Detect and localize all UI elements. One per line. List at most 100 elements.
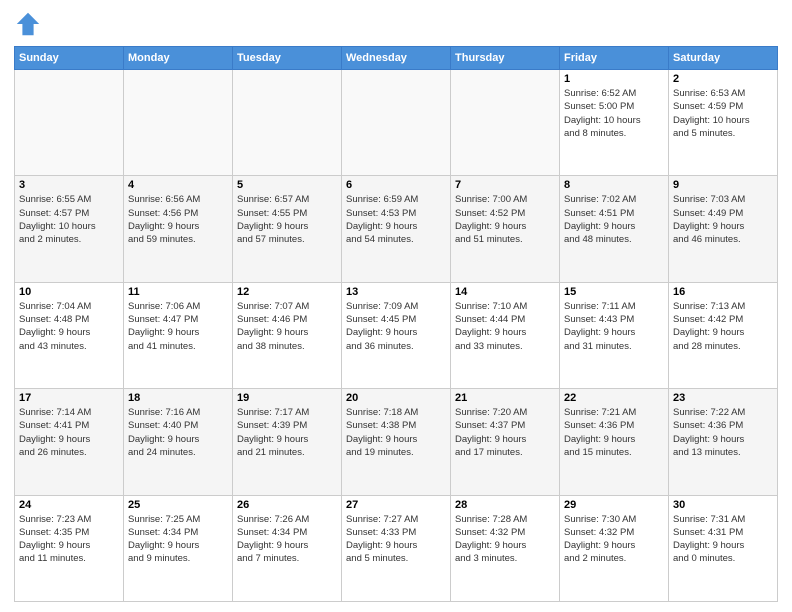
calendar-cell	[451, 70, 560, 176]
calendar-cell: 5 Sunrise: 6:57 AM Sunset: 4:55 PM Daylig…	[233, 176, 342, 282]
day-info: Sunrise: 7:00 AM Sunset: 4:52 PM Dayligh…	[455, 193, 555, 246]
page: SundayMondayTuesdayWednesdayThursdayFrid…	[0, 0, 792, 612]
calendar-cell: 27 Sunrise: 7:27 AM Sunset: 4:33 PM Dayli…	[342, 495, 451, 601]
day-info: Sunrise: 7:27 AM Sunset: 4:33 PM Dayligh…	[346, 513, 446, 566]
calendar-header-tuesday: Tuesday	[233, 47, 342, 70]
day-info: Sunrise: 6:52 AM Sunset: 5:00 PM Dayligh…	[564, 87, 664, 140]
calendar-cell: 26Sunrise: 7:26 AM Sunset: 4:34 PM Dayli…	[233, 495, 342, 601]
day-number: 9	[673, 179, 773, 191]
calendar-week-4: 24Sunrise: 7:23 AM Sunset: 4:35 PM Dayli…	[15, 495, 778, 601]
day-number: 28	[455, 499, 555, 511]
day-number: 2	[673, 73, 773, 85]
calendar-cell: 28Sunrise: 7:28 AM Sunset: 4:32 PM Dayli…	[451, 495, 560, 601]
calendar-cell	[342, 70, 451, 176]
day-number: 6	[346, 179, 446, 191]
calendar-header-sunday: Sunday	[15, 47, 124, 70]
day-number: 3	[19, 179, 119, 191]
day-number: 18	[128, 392, 228, 404]
day-number: 13	[346, 286, 446, 298]
calendar-cell: 14 Sunrise: 7:10 AM Sunset: 4:44 PM Dayli…	[451, 282, 560, 388]
day-info: Sunrise: 6:53 AM Sunset: 4:59 PM Dayligh…	[673, 87, 773, 140]
calendar-cell: 3 Sunrise: 6:55 AM Sunset: 4:57 PM Daylig…	[15, 176, 124, 282]
day-number: 5	[237, 179, 337, 191]
calendar-cell: 4 Sunrise: 6:56 AM Sunset: 4:56 PM Daylig…	[124, 176, 233, 282]
calendar-cell: 23Sunrise: 7:22 AM Sunset: 4:36 PM Dayli…	[669, 389, 778, 495]
calendar-cell: 29 Sunrise: 7:30 AM Sunset: 4:32 PM Dayli…	[560, 495, 669, 601]
calendar: SundayMondayTuesdayWednesdayThursdayFrid…	[14, 46, 778, 602]
day-info: Sunrise: 7:23 AM Sunset: 4:35 PM Dayligh…	[19, 513, 119, 566]
day-info: Sunrise: 7:07 AM Sunset: 4:46 PM Dayligh…	[237, 300, 337, 353]
calendar-cell	[124, 70, 233, 176]
calendar-cell: 22 Sunrise: 7:21 AM Sunset: 4:36 PM Dayli…	[560, 389, 669, 495]
calendar-cell: 6 Sunrise: 6:59 AM Sunset: 4:53 PM Daylig…	[342, 176, 451, 282]
calendar-week-1: 3 Sunrise: 6:55 AM Sunset: 4:57 PM Daylig…	[15, 176, 778, 282]
day-info: Sunrise: 7:30 AM Sunset: 4:32 PM Dayligh…	[564, 513, 664, 566]
calendar-cell: 12 Sunrise: 7:07 AM Sunset: 4:46 PM Dayli…	[233, 282, 342, 388]
day-info: Sunrise: 7:11 AM Sunset: 4:43 PM Dayligh…	[564, 300, 664, 353]
calendar-cell: 19 Sunrise: 7:17 AM Sunset: 4:39 PM Dayli…	[233, 389, 342, 495]
day-number: 19	[237, 392, 337, 404]
day-number: 20	[346, 392, 446, 404]
day-number: 12	[237, 286, 337, 298]
day-info: Sunrise: 7:20 AM Sunset: 4:37 PM Dayligh…	[455, 406, 555, 459]
day-number: 30	[673, 499, 773, 511]
day-info: Sunrise: 7:18 AM Sunset: 4:38 PM Dayligh…	[346, 406, 446, 459]
calendar-cell	[15, 70, 124, 176]
calendar-cell: 10Sunrise: 7:04 AM Sunset: 4:48 PM Dayli…	[15, 282, 124, 388]
day-number: 23	[673, 392, 773, 404]
day-info: Sunrise: 7:13 AM Sunset: 4:42 PM Dayligh…	[673, 300, 773, 353]
calendar-cell: 16 Sunrise: 7:13 AM Sunset: 4:42 PM Dayli…	[669, 282, 778, 388]
day-info: Sunrise: 7:14 AM Sunset: 4:41 PM Dayligh…	[19, 406, 119, 459]
calendar-header-saturday: Saturday	[669, 47, 778, 70]
calendar-cell: 11Sunrise: 7:06 AM Sunset: 4:47 PM Dayli…	[124, 282, 233, 388]
day-info: Sunrise: 7:21 AM Sunset: 4:36 PM Dayligh…	[564, 406, 664, 459]
day-info: Sunrise: 7:10 AM Sunset: 4:44 PM Dayligh…	[455, 300, 555, 353]
calendar-header-thursday: Thursday	[451, 47, 560, 70]
day-info: Sunrise: 7:02 AM Sunset: 4:51 PM Dayligh…	[564, 193, 664, 246]
day-number: 16	[673, 286, 773, 298]
day-info: Sunrise: 6:56 AM Sunset: 4:56 PM Dayligh…	[128, 193, 228, 246]
day-number: 27	[346, 499, 446, 511]
day-number: 26	[237, 499, 337, 511]
logo	[14, 10, 46, 38]
calendar-week-3: 17 Sunrise: 7:14 AM Sunset: 4:41 PM Dayli…	[15, 389, 778, 495]
logo-icon	[14, 10, 42, 38]
calendar-cell: 20 Sunrise: 7:18 AM Sunset: 4:38 PM Dayli…	[342, 389, 451, 495]
day-number: 17	[19, 392, 119, 404]
calendar-cell: 25Sunrise: 7:25 AM Sunset: 4:34 PM Dayli…	[124, 495, 233, 601]
day-number: 15	[564, 286, 664, 298]
calendar-cell: 1 Sunrise: 6:52 AM Sunset: 5:00 PM Daylig…	[560, 70, 669, 176]
day-info: Sunrise: 7:31 AM Sunset: 4:31 PM Dayligh…	[673, 513, 773, 566]
calendar-cell: 15 Sunrise: 7:11 AM Sunset: 4:43 PM Dayli…	[560, 282, 669, 388]
calendar-cell: 8 Sunrise: 7:02 AM Sunset: 4:51 PM Daylig…	[560, 176, 669, 282]
day-number: 4	[128, 179, 228, 191]
calendar-cell: 21 Sunrise: 7:20 AM Sunset: 4:37 PM Dayli…	[451, 389, 560, 495]
calendar-cell: 13Sunrise: 7:09 AM Sunset: 4:45 PM Dayli…	[342, 282, 451, 388]
calendar-cell: 17 Sunrise: 7:14 AM Sunset: 4:41 PM Dayli…	[15, 389, 124, 495]
day-info: Sunrise: 6:59 AM Sunset: 4:53 PM Dayligh…	[346, 193, 446, 246]
calendar-cell: 24Sunrise: 7:23 AM Sunset: 4:35 PM Dayli…	[15, 495, 124, 601]
day-info: Sunrise: 7:04 AM Sunset: 4:48 PM Dayligh…	[19, 300, 119, 353]
calendar-header-wednesday: Wednesday	[342, 47, 451, 70]
day-number: 29	[564, 499, 664, 511]
day-number: 7	[455, 179, 555, 191]
calendar-cell	[233, 70, 342, 176]
calendar-week-2: 10Sunrise: 7:04 AM Sunset: 4:48 PM Dayli…	[15, 282, 778, 388]
calendar-header-friday: Friday	[560, 47, 669, 70]
day-info: Sunrise: 7:17 AM Sunset: 4:39 PM Dayligh…	[237, 406, 337, 459]
day-number: 14	[455, 286, 555, 298]
calendar-cell: 7 Sunrise: 7:00 AM Sunset: 4:52 PM Daylig…	[451, 176, 560, 282]
day-number: 8	[564, 179, 664, 191]
day-number: 21	[455, 392, 555, 404]
day-number: 22	[564, 392, 664, 404]
calendar-header-row: SundayMondayTuesdayWednesdayThursdayFrid…	[15, 47, 778, 70]
calendar-cell: 18 Sunrise: 7:16 AM Sunset: 4:40 PM Dayli…	[124, 389, 233, 495]
day-info: Sunrise: 7:03 AM Sunset: 4:49 PM Dayligh…	[673, 193, 773, 246]
day-info: Sunrise: 6:57 AM Sunset: 4:55 PM Dayligh…	[237, 193, 337, 246]
day-info: Sunrise: 6:55 AM Sunset: 4:57 PM Dayligh…	[19, 193, 119, 246]
day-number: 11	[128, 286, 228, 298]
calendar-cell: 9 Sunrise: 7:03 AM Sunset: 4:49 PM Daylig…	[669, 176, 778, 282]
day-number: 1	[564, 73, 664, 85]
day-info: Sunrise: 7:16 AM Sunset: 4:40 PM Dayligh…	[128, 406, 228, 459]
calendar-header-monday: Monday	[124, 47, 233, 70]
